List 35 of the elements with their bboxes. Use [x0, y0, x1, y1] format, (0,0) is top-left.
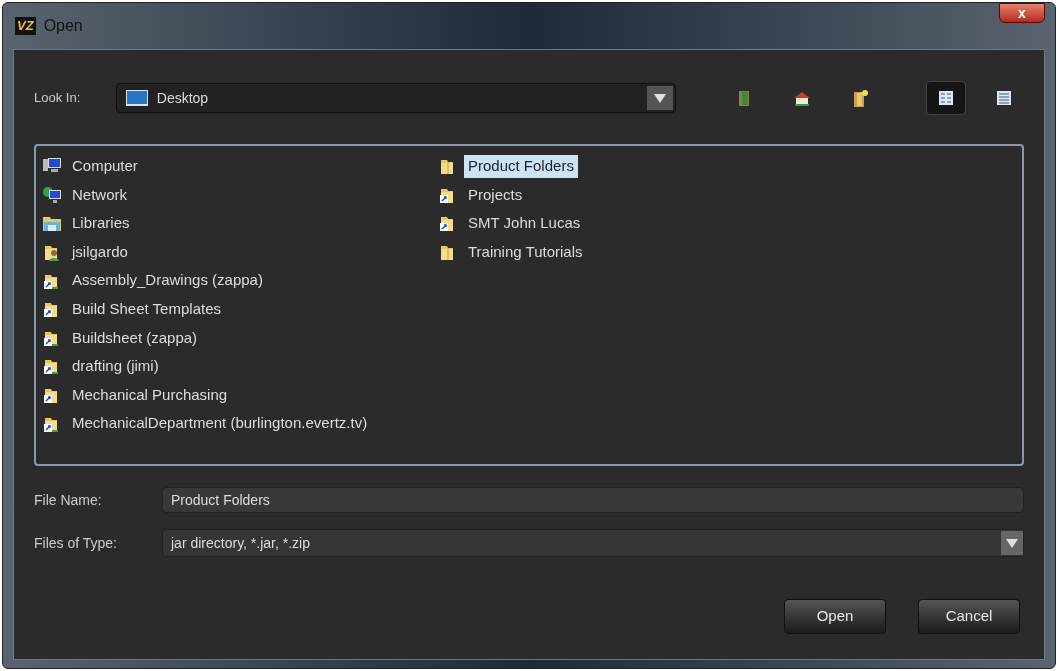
network-icon: [42, 185, 62, 204]
file-item[interactable]: drafting (jimi): [68, 355, 163, 378]
toolbar-button[interactable]: [926, 81, 966, 115]
file-item[interactable]: jsilgardo: [68, 240, 132, 264]
close-button[interactable]: x: [999, 3, 1045, 23]
list-view-icon: [937, 89, 955, 107]
file-name-label: File Name:: [34, 490, 103, 510]
dialog-button[interactable]: Open: [784, 599, 886, 634]
dropdown-arrow-icon: [654, 93, 666, 103]
app-logo: VZ: [15, 17, 36, 35]
window-title: Open: [43, 16, 83, 36]
file-item[interactable]: Computer: [68, 155, 142, 178]
file-type-dropdown[interactable]: jar directory, *.jar, *.zip: [162, 529, 1024, 557]
file-name-field[interactable]: Product Folders: [162, 487, 1024, 513]
file-item[interactable]: SMT John Lucas: [464, 212, 585, 235]
file-item[interactable]: Product Folders: [464, 155, 578, 178]
look-in-label: Look In:: [34, 89, 82, 108]
file-item[interactable]: Projects: [464, 183, 527, 207]
file-item[interactable]: Network: [68, 183, 131, 207]
file-item[interactable]: Training Tutorials: [464, 240, 587, 264]
file-item[interactable]: MechanicalDepartment (burlington.evertz.tv): [68, 412, 372, 435]
details-view-icon: [995, 89, 1013, 107]
library-folder-icon: [42, 214, 62, 233]
desktop-icon: [124, 89, 149, 107]
home-icon: [792, 89, 812, 107]
file-item[interactable]: Buildsheet (zappa): [68, 326, 202, 350]
user-folder-icon: [42, 243, 62, 262]
dialog-button[interactable]: Cancel: [918, 599, 1020, 634]
dropdown-arrow-icon: [1006, 538, 1018, 548]
file-item[interactable]: Libraries: [68, 212, 134, 235]
file-item[interactable]: Assembly_Drawings (zappa): [68, 269, 267, 292]
look-in-dropdown[interactable]: Desktop: [115, 83, 676, 113]
file-type-label: Files of Type:: [34, 533, 118, 553]
file-item[interactable]: Mechanical Purchasing: [68, 383, 232, 407]
file-item[interactable]: Build Sheet Templates: [68, 298, 225, 321]
